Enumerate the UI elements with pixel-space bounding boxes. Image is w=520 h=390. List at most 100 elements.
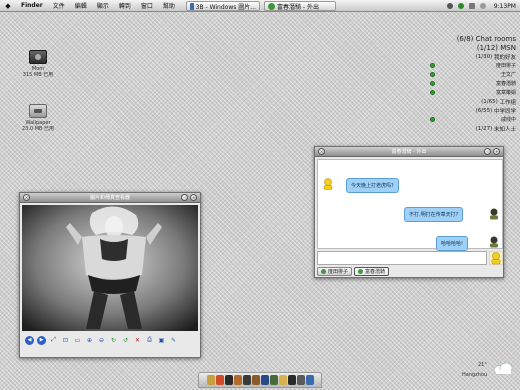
dock-app-icon[interactable] bbox=[287, 375, 296, 385]
buddy-group[interactable]: (6/55) 中学同学 bbox=[430, 106, 516, 115]
chat-tab-contact[interactable]: 度田徘子 bbox=[317, 267, 353, 276]
chat-message-area[interactable]: 今天晚上打老虎吗? 不打,明打在传章天打? 哈哈哈哈! bbox=[317, 159, 503, 251]
chat-tab-bar: 度田徘子 富春潛騎 bbox=[317, 267, 481, 276]
wifi-icon[interactable] bbox=[479, 3, 486, 9]
chat-message-outgoing: 不打,明打在传章天打? bbox=[404, 207, 464, 222]
dock-app-icon[interactable] bbox=[278, 375, 287, 385]
buddy-item[interactable]: 咸线中 bbox=[430, 115, 516, 124]
minimize-icon[interactable]: – bbox=[484, 148, 491, 155]
chat-tab-label: 富春潛騎 bbox=[365, 269, 386, 275]
desktop-icon-size: 315 MB 已用 bbox=[22, 72, 54, 78]
photo-viewer-toolbar: ◀ ▶ ⤢ ⊡ ▭ ⊕ ⊖ ↻ ↺ ✕ ⎙ ▣ ✎ bbox=[22, 333, 198, 347]
group-count: (6/8) bbox=[456, 34, 474, 43]
rotate-cw-icon[interactable]: ↻ bbox=[109, 336, 118, 345]
photo-display[interactable] bbox=[22, 205, 198, 331]
buddy-group[interactable]: (1/30) 我的好友 bbox=[430, 52, 516, 61]
print-icon[interactable]: ⎙ bbox=[145, 336, 154, 345]
dock-app-icon[interactable] bbox=[260, 375, 269, 385]
desktop-icon-size: 23.0 MB 已用 bbox=[21, 126, 55, 132]
fit-icon[interactable]: ⤢ bbox=[49, 336, 58, 345]
clock[interactable]: 9:13PM bbox=[494, 3, 516, 10]
taskbar-button-photo-viewer[interactable]: 3B - Windows 圖片... bbox=[186, 1, 260, 11]
chat-input[interactable] bbox=[317, 251, 487, 265]
menu-file[interactable]: 文件 bbox=[48, 1, 70, 10]
edit-icon[interactable]: ✎ bbox=[169, 336, 178, 345]
menu-edit[interactable]: 編輯 bbox=[70, 1, 92, 10]
menu-view[interactable]: 顯示 bbox=[92, 1, 114, 10]
online-status-icon bbox=[321, 269, 326, 274]
buddy-group[interactable]: (1/65) 工作组 bbox=[430, 97, 516, 106]
photo-viewer-titlebar[interactable]: × 圖片和傳真查看器 – + bbox=[20, 193, 200, 203]
save-icon[interactable]: ▣ bbox=[157, 336, 166, 345]
buddy-item[interactable]: 富章策娟 bbox=[430, 88, 516, 97]
dock-app-icon[interactable] bbox=[233, 375, 242, 385]
online-status-icon bbox=[430, 90, 435, 95]
my-avatar-icon bbox=[490, 236, 498, 248]
close-icon[interactable]: × bbox=[318, 148, 325, 155]
buddy-item[interactable]: 王文广 bbox=[430, 70, 516, 79]
taskbar-label: 3B - Windows 圖片... bbox=[195, 3, 256, 11]
window-title: 富春潛騎 - 外出 bbox=[391, 149, 427, 155]
buddy-name: 王文广 bbox=[500, 72, 516, 78]
buddy-item[interactable]: 富春潛騎 bbox=[430, 79, 516, 88]
chat-window: × 富春潛騎 - 外出 – + 今天晚上打老虎吗? 不打,明打在传章天打? 哈哈… bbox=[314, 146, 504, 278]
buddy-group[interactable]: (1/27) 未知人士 bbox=[430, 124, 516, 133]
dock-app-icon[interactable] bbox=[206, 375, 215, 385]
desktop-icon-mom[interactable]: Mom 315 MB 已用 bbox=[16, 50, 60, 78]
menu-go[interactable]: 轉到 bbox=[114, 1, 136, 10]
contact-avatar-icon bbox=[323, 178, 333, 190]
slideshow-icon[interactable]: ▭ bbox=[73, 336, 82, 345]
desktop-icon-wallpaper[interactable]: Wallpaper 23.0 MB 已用 bbox=[16, 104, 60, 132]
actual-size-icon[interactable]: ⊡ bbox=[61, 336, 70, 345]
disk-image-icon bbox=[29, 104, 47, 118]
chat-message-incoming: 今天晚上打老虎吗? bbox=[346, 178, 399, 193]
dock-app-icon[interactable] bbox=[224, 375, 233, 385]
menu-app-name[interactable]: Finder bbox=[16, 2, 48, 9]
rotate-ccw-icon[interactable]: ↺ bbox=[121, 336, 130, 345]
maximize-icon[interactable]: + bbox=[190, 194, 197, 201]
group-name: Chat rooms bbox=[475, 34, 516, 43]
buddy-item[interactable]: 度田徘子 bbox=[430, 61, 516, 70]
minimize-icon[interactable]: – bbox=[181, 194, 188, 201]
dock-app-icon[interactable] bbox=[215, 375, 224, 385]
buddy-name: 度田徘子 bbox=[495, 63, 516, 69]
zoom-in-icon[interactable]: ⊕ bbox=[85, 336, 94, 345]
group-count: (1/12) bbox=[476, 43, 499, 52]
tray-status-icon[interactable] bbox=[446, 3, 453, 9]
online-status-icon bbox=[358, 269, 364, 274]
menu-help[interactable]: 幫助 bbox=[158, 1, 180, 10]
dock-app-icon[interactable] bbox=[242, 375, 251, 385]
buddy-group[interactable]: (6/8) Chat rooms bbox=[430, 34, 516, 43]
weather-widget[interactable]: 21° Hangzhou bbox=[462, 360, 518, 388]
chat-tab-contact-active[interactable]: 富春潛騎 bbox=[354, 267, 390, 276]
hard-drive-icon bbox=[29, 50, 47, 64]
dock-app-icon[interactable] bbox=[269, 375, 278, 385]
delete-icon[interactable]: ✕ bbox=[133, 336, 142, 345]
taskbar-button-chat[interactable]: 富春潛騎 - 外出 bbox=[264, 1, 336, 11]
dock-app-icon[interactable] bbox=[296, 375, 305, 385]
send-avatar-icon[interactable] bbox=[489, 251, 503, 265]
next-icon[interactable]: ▶ bbox=[37, 335, 46, 345]
maximize-icon[interactable]: + bbox=[493, 148, 500, 155]
prev-icon[interactable]: ◀ bbox=[25, 335, 34, 345]
chat-titlebar[interactable]: × 富春潛騎 - 外出 – + bbox=[315, 147, 503, 157]
chat-tab-label: 度田徘子 bbox=[328, 269, 349, 275]
system-tray: 9:13PM bbox=[446, 1, 516, 11]
apple-menu-icon[interactable]: ◆ bbox=[0, 2, 16, 10]
buddy-name: 富春潛騎 bbox=[495, 81, 516, 87]
cloud-icon bbox=[493, 362, 513, 375]
group-count: (6/55) bbox=[475, 107, 493, 114]
zoom-out-icon[interactable]: ⊖ bbox=[97, 336, 106, 345]
dock-app-icon[interactable] bbox=[305, 375, 314, 385]
dock-app-icon[interactable] bbox=[251, 375, 260, 385]
weather-city: Hangzhou bbox=[462, 372, 488, 378]
volume-icon[interactable] bbox=[468, 3, 475, 9]
menu-window[interactable]: 窗口 bbox=[136, 1, 158, 10]
close-icon[interactable]: × bbox=[23, 194, 30, 201]
tray-im-icon[interactable] bbox=[457, 3, 464, 9]
buddy-name: 富章策娟 bbox=[495, 90, 516, 96]
photo-viewer-icon bbox=[190, 2, 194, 10]
dock bbox=[198, 372, 322, 388]
buddy-group[interactable]: (1/12) MSN bbox=[430, 43, 516, 52]
group-name: 工作组 bbox=[499, 99, 516, 106]
